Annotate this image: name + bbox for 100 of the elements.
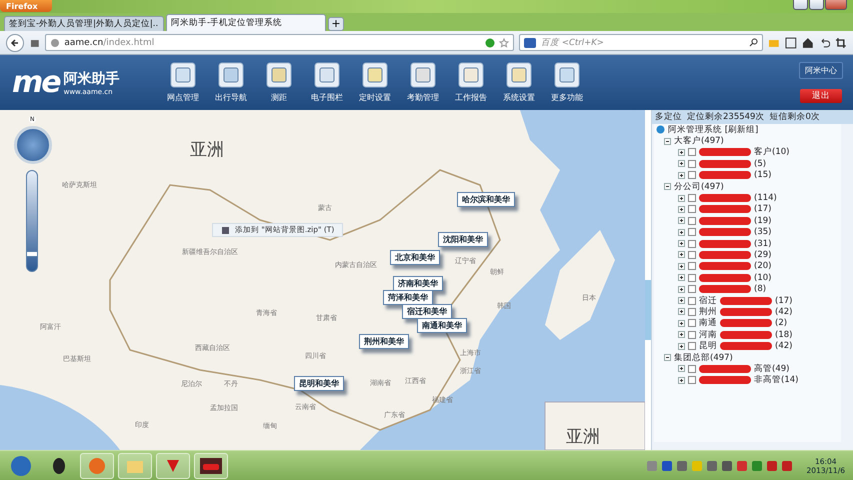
- nav-item[interactable]: 网点管理: [162, 62, 204, 103]
- map-marker-label[interactable]: 北京和美华: [390, 250, 440, 265]
- nav-item[interactable]: 考勤管理: [402, 62, 444, 103]
- home-icon[interactable]: [802, 36, 814, 48]
- collapse-icon[interactable]: [664, 183, 671, 190]
- tree-item[interactable]: (5): [754, 158, 766, 169]
- checkbox[interactable]: [688, 160, 696, 168]
- checkbox[interactable]: [688, 250, 696, 259]
- tree-item[interactable]: (114): [754, 193, 777, 204]
- browser-tab[interactable]: 阿米助手-手机定位管理系统: [166, 14, 326, 31]
- tree-item[interactable]: (42): [775, 306, 792, 317]
- map-marker-label[interactable]: 荆州和美华: [359, 334, 409, 349]
- search-field[interactable]: 百度 <Ctrl+K>: [519, 34, 764, 51]
- expand-icon[interactable]: [678, 262, 685, 270]
- tree-item[interactable]: 河南: [699, 328, 717, 341]
- checkbox[interactable]: [688, 376, 696, 384]
- checkbox[interactable]: [688, 330, 696, 339]
- tree-item[interactable]: (17): [775, 296, 792, 306]
- expand-icon[interactable]: [678, 228, 685, 236]
- checkbox[interactable]: [688, 319, 696, 328]
- expand-icon[interactable]: [678, 286, 685, 293]
- expand-icon[interactable]: [678, 331, 685, 338]
- expand-icon[interactable]: [678, 308, 685, 316]
- nav-item[interactable]: 出行导航: [210, 62, 252, 103]
- expand-icon[interactable]: [678, 217, 685, 224]
- expand-icon[interactable]: [678, 342, 685, 350]
- checkbox[interactable]: [688, 285, 696, 294]
- tree-item[interactable]: 高管(49): [754, 362, 790, 375]
- tree-group[interactable]: 集团总部(497): [674, 352, 733, 364]
- checkbox[interactable]: [688, 194, 696, 202]
- tree-item[interactable]: 非高管(14): [754, 374, 798, 386]
- nav-item[interactable]: 工作报告: [450, 62, 492, 103]
- expand-icon[interactable]: [678, 194, 685, 202]
- tree-item[interactable]: 南通: [699, 317, 717, 330]
- tree-item[interactable]: (19): [754, 216, 772, 226]
- map-marker-label[interactable]: 昆明和美华: [294, 376, 344, 391]
- tree-item[interactable]: (35): [754, 227, 772, 238]
- tree-item[interactable]: (42): [775, 341, 792, 352]
- minimize-button[interactable]: [793, 0, 808, 10]
- close-button[interactable]: [825, 0, 847, 10]
- search-engine-icon[interactable]: [524, 38, 536, 48]
- expand-icon[interactable]: [678, 251, 685, 258]
- checkbox[interactable]: [688, 296, 696, 305]
- pan-control[interactable]: [14, 126, 52, 164]
- checkbox[interactable]: [688, 171, 696, 180]
- expand-icon[interactable]: [678, 172, 685, 179]
- bookmarks-icon[interactable]: [785, 36, 797, 48]
- checkbox[interactable]: [688, 148, 696, 156]
- browser-tab[interactable]: 签到宝-外勤人员管理|外勤人员定位|...: [4, 16, 164, 31]
- tree-item[interactable]: (29): [754, 250, 772, 260]
- checkbox[interactable]: [688, 205, 696, 214]
- nav-item[interactable]: 更多功能: [546, 62, 588, 103]
- address-field[interactable]: aame.cn/index.html: [45, 34, 514, 51]
- expand-icon[interactable]: [678, 297, 685, 304]
- expand-icon[interactable]: [678, 240, 685, 248]
- expand-icon[interactable]: [678, 148, 685, 156]
- zoom-slider[interactable]: [26, 170, 38, 272]
- star-icon[interactable]: [499, 38, 510, 48]
- expand-icon[interactable]: [678, 376, 685, 384]
- tree-item[interactable]: (8): [754, 284, 766, 294]
- tree-item[interactable]: (2): [775, 318, 788, 328]
- expand-icon[interactable]: [678, 160, 685, 168]
- expand-icon[interactable]: [678, 365, 685, 372]
- expand-icon[interactable]: [678, 274, 685, 282]
- tree-group[interactable]: 分公司(497): [674, 180, 724, 193]
- tree-item[interactable]: 荆州: [699, 306, 717, 318]
- tree-root[interactable]: 阿米管理系统 [刷新组]: [668, 124, 758, 136]
- checkbox[interactable]: [688, 308, 696, 316]
- nav-item[interactable]: 电子围栏: [306, 62, 348, 103]
- tree-item[interactable]: (20): [754, 261, 772, 272]
- app-icon[interactable]: [156, 452, 190, 478]
- map-marker-label[interactable]: 宿迁和美华: [402, 304, 452, 319]
- collapse-icon[interactable]: [664, 138, 671, 145]
- nav-item[interactable]: 系统设置: [498, 62, 540, 103]
- tree-group[interactable]: 大客户(497): [674, 135, 724, 148]
- nav-item[interactable]: 定时设置: [354, 62, 396, 103]
- car-thumbnail-icon[interactable]: [194, 452, 228, 478]
- search-icon[interactable]: [749, 38, 758, 47]
- expand-icon[interactable]: [678, 206, 685, 213]
- zoom-thumb[interactable]: [26, 250, 38, 257]
- map-marker-label[interactable]: 菏泽和美华: [383, 290, 433, 305]
- tree-item[interactable]: (15): [754, 170, 772, 180]
- checkbox[interactable]: [688, 342, 696, 350]
- map-marker-label[interactable]: 哈尔滨和美华: [457, 192, 515, 207]
- map-marker-label[interactable]: 济南和美华: [393, 276, 443, 291]
- tree-item[interactable]: 宿迁: [699, 294, 717, 307]
- account-button[interactable]: 阿米中心: [799, 62, 843, 79]
- checkbox[interactable]: [688, 364, 696, 373]
- undo-icon[interactable]: [818, 36, 830, 48]
- nav-item[interactable]: 测距: [258, 62, 300, 103]
- tree-item[interactable]: (18): [775, 330, 792, 340]
- logout-button[interactable]: 退出: [800, 89, 842, 103]
- collapse-icon[interactable]: [664, 354, 671, 361]
- back-button[interactable]: [6, 34, 24, 52]
- go-icon[interactable]: [485, 38, 496, 48]
- tree-item[interactable]: 昆明: [699, 340, 717, 352]
- map-marker-label[interactable]: 沈阳和美华: [438, 232, 488, 247]
- checkbox[interactable]: [688, 240, 696, 248]
- checkbox[interactable]: [688, 228, 696, 236]
- tree-item[interactable]: (10): [754, 272, 772, 283]
